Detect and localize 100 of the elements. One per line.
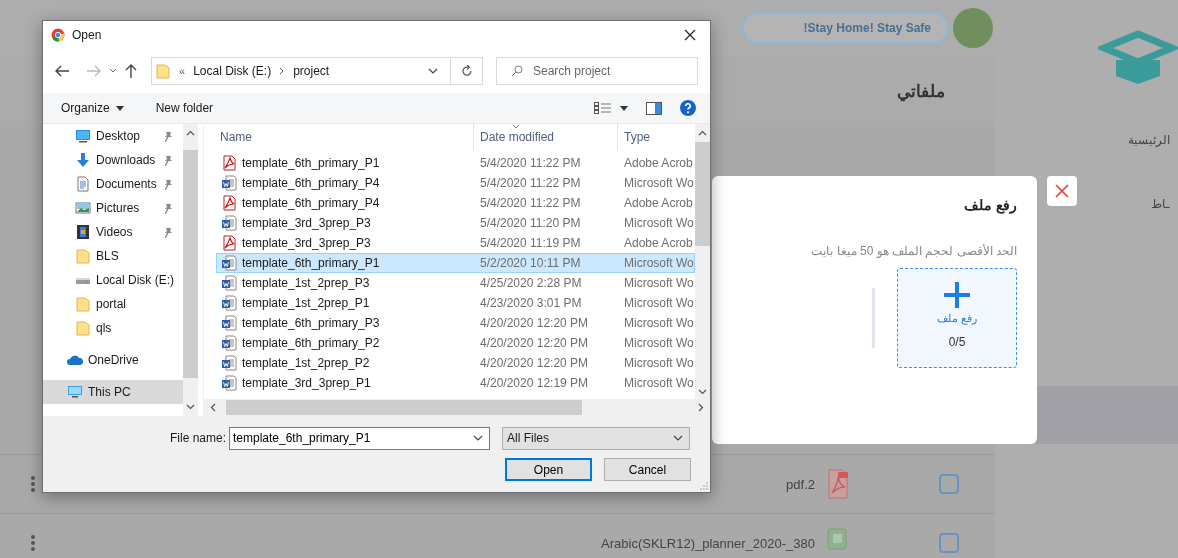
up-arrow-icon[interactable] (125, 64, 137, 78)
date-cell-text: 4/20/2020 12:20 PM (479, 335, 590, 352)
nav-item[interactable]: Local Disk (E:) (43, 268, 183, 292)
scroll-up-icon[interactable] (698, 130, 707, 136)
folder-icon (75, 320, 91, 336)
nav-label: This PC (88, 385, 132, 399)
column-header[interactable]: Date modified (474, 124, 618, 150)
organize-menu[interactable]: Organize (53, 99, 132, 117)
help-icon[interactable] (680, 100, 696, 116)
file-row[interactable]: template_6th_primary_P1 5/4/2020 11:22 PM Adobe Acrob (216, 153, 695, 173)
date-cell-text: 4/20/2020 12:20 PM (479, 355, 590, 372)
sidebar-item[interactable]: الرئيسية (995, 108, 1178, 172)
overflow-chevron[interactable]: « (179, 65, 186, 77)
date-cell-text: 4/23/2020 3:01 PM (479, 295, 583, 312)
type-cell-text: Microsoft Wo (623, 355, 694, 372)
scrollbar-thumb[interactable] (183, 150, 198, 378)
checkbox[interactable] (939, 474, 959, 494)
cancel-button[interactable]: Cancel (604, 458, 691, 481)
caret-icon[interactable] (620, 105, 628, 111)
file-name: template_3rd_3prep_P3 (242, 216, 371, 230)
pdf-file-icon (221, 235, 237, 251)
file-name-field[interactable]: template_6th_primary_P1 (229, 426, 490, 450)
caret-icon (115, 105, 124, 111)
nav-label: portal (96, 297, 128, 311)
file-row[interactable]: template_1st_2prep_P1 4/23/2020 3:01 PM Microsoft Wo (216, 293, 695, 313)
type-cell-text: Adobe Acrob (623, 235, 694, 252)
caret-icon[interactable] (109, 68, 117, 74)
plus-icon (943, 281, 971, 309)
nav-item[interactable]: OneDrive (43, 348, 183, 372)
nav-item[interactable]: portal (43, 292, 183, 316)
nav-item[interactable]: Downloads (43, 148, 183, 172)
file-name-input[interactable]: template_6th_primary_P1 (233, 431, 473, 445)
scroll-down-icon[interactable] (698, 389, 707, 395)
refresh-icon (460, 65, 473, 77)
file-row[interactable]: template_6th_primary_P3 4/20/2020 12:20 PM Microsoft Wo (216, 313, 695, 333)
date-cell-text: 4/20/2020 12:19 PM (479, 375, 590, 392)
back-arrow-icon[interactable] (55, 65, 69, 77)
file-name: template_6th_primary_P1 (242, 156, 380, 170)
sidebar-label: الرئيسية (1128, 133, 1170, 147)
scroll-down-icon[interactable] (186, 404, 195, 410)
file-name: template_6th_primary_P3 (242, 316, 380, 330)
address-bar[interactable]: « Local Disk (E:) project (151, 57, 451, 85)
nav-label: Local Disk (E:) (96, 273, 175, 287)
file-name: template_6th_primary_P4 (242, 196, 380, 210)
open-button[interactable]: Open (505, 458, 592, 481)
nav-item[interactable]: This PC (43, 380, 183, 404)
breadcrumb-item[interactable]: Local Disk (E:) (193, 64, 272, 78)
nav-item[interactable]: Pictures (43, 196, 183, 220)
view-options-icon[interactable] (594, 102, 612, 114)
new-folder-button[interactable]: New folder (147, 99, 222, 117)
dialog-title: رفع ملف (963, 197, 1017, 213)
file-row[interactable]: template_1st_2prep_P2 4/20/2020 12:20 PM Microsoft Wo (216, 353, 695, 373)
nav-item[interactable]: BLS (43, 244, 183, 268)
file-row[interactable]: template_3rd_3prep_P1 4/20/2020 12:19 PM Microsoft Wo (216, 373, 695, 393)
scrollbar-thumb[interactable] (226, 400, 582, 415)
word-file-icon (221, 375, 237, 391)
refresh-button[interactable] (451, 57, 483, 85)
pin-icon (163, 130, 173, 142)
checkbox[interactable] (939, 533, 959, 553)
nav-item[interactable]: Videos (43, 220, 183, 244)
file-type-dropdown[interactable]: All Files (502, 426, 690, 450)
file-name: template_1st_2prep_P1 (242, 296, 370, 310)
word-file-icon (221, 215, 237, 231)
file-row[interactable]: template_6th_primary_P4 5/4/2020 11:22 PM Microsoft Wo (216, 173, 695, 193)
scroll-right-icon[interactable] (698, 403, 704, 412)
file-row[interactable]: template_6th_primary_P4 5/4/2020 11:22 PM Adobe Acrob (216, 193, 695, 213)
date-cell-text: 5/4/2020 11:22 PM (479, 195, 582, 212)
scrollbar-thumb[interactable] (695, 142, 710, 246)
nav-item[interactable]: Documents (43, 172, 183, 196)
nav-item[interactable]: Desktop (43, 124, 183, 148)
preview-pane-icon[interactable] (646, 101, 662, 115)
file-row[interactable]: template_6th_primary_P1 5/2/2020 10:11 PM Microsoft Wo (216, 253, 695, 273)
column-header[interactable]: Type (618, 124, 695, 150)
folder-icon (75, 248, 91, 264)
scroll-left-icon[interactable] (210, 403, 216, 412)
folder-icon (155, 63, 171, 79)
file-row[interactable]: template_3rd_3prep_P3 5/4/2020 11:19 PM Adobe Acrob (216, 233, 695, 253)
search-field[interactable]: Search project (496, 57, 698, 85)
date-cell-text: 4/25/2020 2:28 PM (479, 275, 583, 292)
column-header[interactable]: Name (204, 124, 474, 150)
file-row[interactable]: template_1st_2prep_P3 4/25/2020 2:28 PM Microsoft Wo (216, 273, 695, 293)
date-cell-text: 5/4/2020 11:22 PM (479, 155, 582, 172)
dropdown-caret-icon (473, 435, 483, 441)
file-name: template_1st_2prep_P3 (242, 276, 370, 290)
word-file-icon (221, 255, 237, 271)
dropdown-caret-icon[interactable] (428, 68, 438, 74)
search-input[interactable]: Search project (533, 64, 689, 78)
search-icon (511, 65, 523, 77)
word-file-icon (221, 355, 237, 371)
type-cell-text: Microsoft Wo (623, 335, 694, 352)
word-file-icon (221, 295, 237, 311)
type-cell-text: Adobe Acrob (623, 195, 694, 212)
nav-item[interactable]: qls (43, 316, 183, 340)
file-row[interactable]: template_3rd_3prep_P3 5/4/2020 11:20 PM Microsoft Wo (216, 213, 695, 233)
more-icon[interactable] (30, 475, 36, 493)
file-row[interactable]: template_6th_primary_P2 4/20/2020 12:20 PM Microsoft Wo (216, 333, 695, 353)
scroll-up-icon[interactable] (186, 130, 195, 136)
breadcrumb-item[interactable]: project (293, 64, 330, 78)
type-cell-text: Microsoft Wo (623, 275, 694, 292)
more-icon[interactable] (30, 534, 36, 552)
